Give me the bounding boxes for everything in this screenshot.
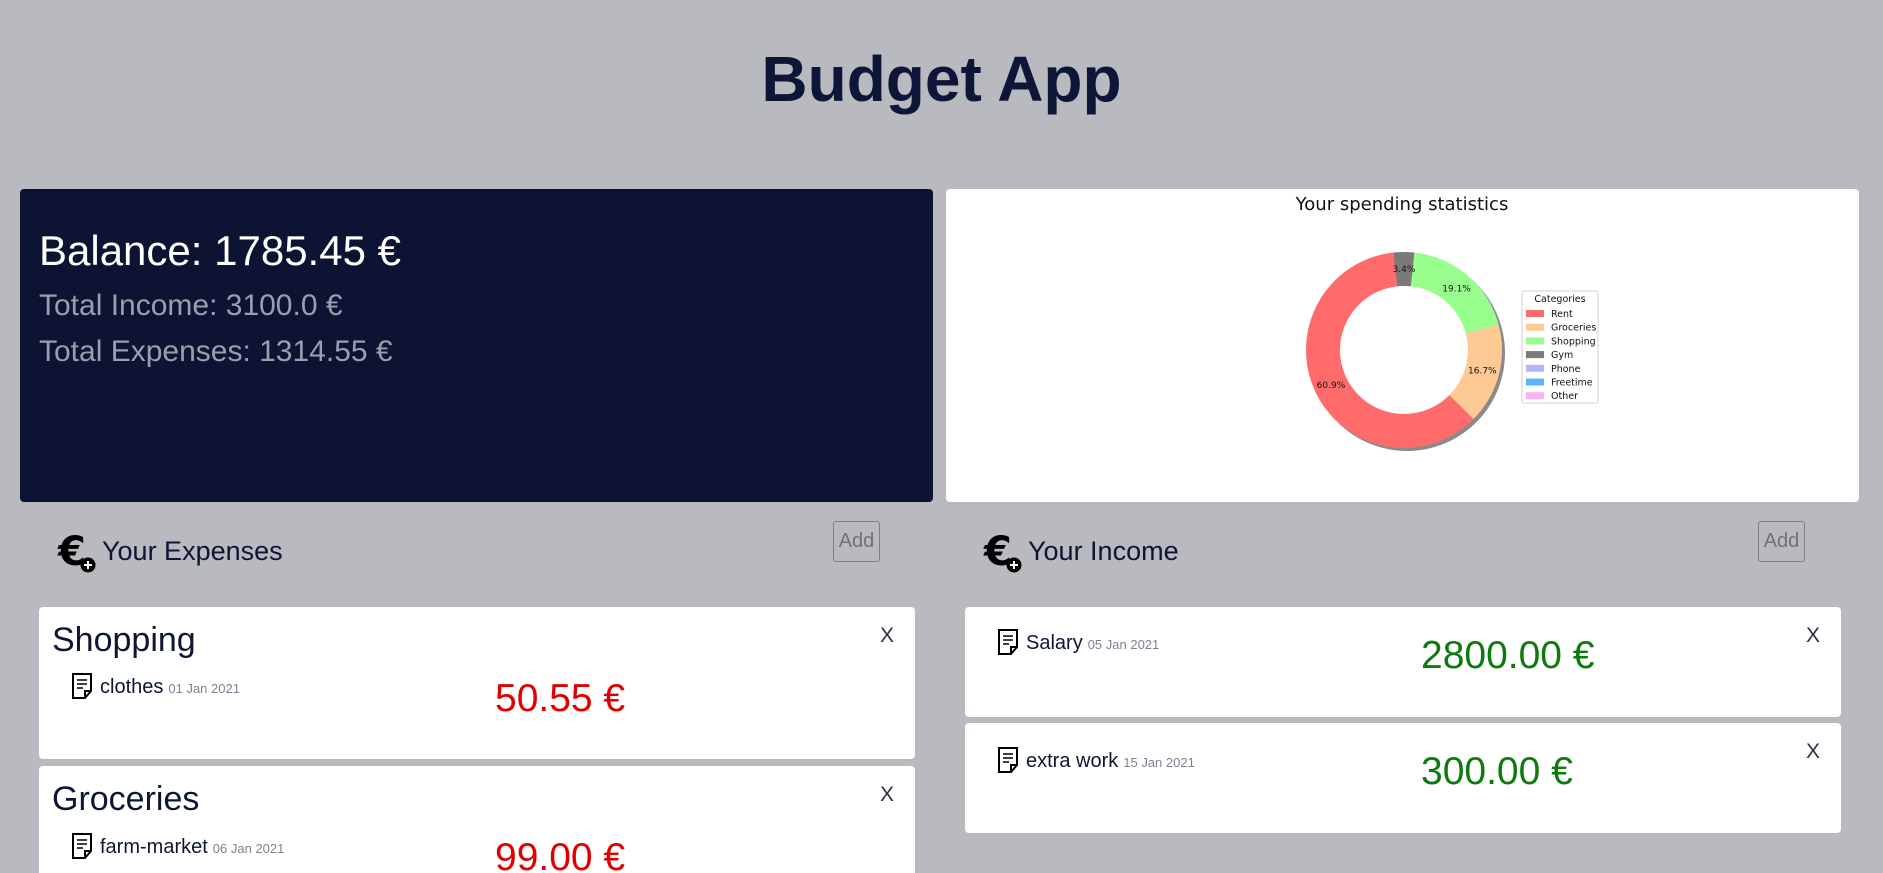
legend-label-rent: Rent <box>1551 309 1573 320</box>
total-income-value: Total Income: 3100.0 € <box>39 289 343 322</box>
income-title: Your Income <box>1028 535 1179 566</box>
slice-label-shopping: 19.1% <box>1442 284 1471 294</box>
legend-label-gym: Gym <box>1551 350 1573 361</box>
add-income-button[interactable]: Add <box>1758 521 1805 562</box>
legend-swatch-freetime <box>1526 378 1544 386</box>
legend-label-other: Other <box>1551 391 1578 402</box>
spending-statistics-card: Your spending statistics 3.4% 19.1% 16.7% 6… <box>946 189 1859 502</box>
legend-swatch-phone <box>1526 364 1544 372</box>
donut-hole <box>1340 286 1468 414</box>
income-item-name: Salary <box>1026 632 1083 654</box>
legend-label-groceries: Groceries <box>1551 323 1596 334</box>
expense-item: farm-market 06 Jan 2021 <box>71 833 284 859</box>
income-item-card: Salary 05 Jan 2021 2800.00 € X <box>965 607 1841 717</box>
slice-label-groceries: 16.7% <box>1468 367 1497 377</box>
legend-swatch-shopping <box>1526 337 1544 345</box>
delete-income-button[interactable]: X <box>1806 624 1820 648</box>
document-icon <box>72 673 92 699</box>
document-icon <box>998 747 1018 773</box>
document-icon <box>998 629 1018 655</box>
delete-expense-button[interactable]: X <box>880 624 894 648</box>
legend-swatch-other <box>1526 392 1544 400</box>
legend-label-freetime: Freetime <box>1551 378 1593 389</box>
expense-item-name: clothes <box>100 676 164 698</box>
delete-income-button[interactable]: X <box>1806 740 1820 764</box>
legend-title: Categories <box>1534 294 1585 305</box>
balance-card: Balance: 1785.45 € Total Income: 3100.0 … <box>20 189 933 502</box>
expenses-title: Your Expenses <box>102 535 283 566</box>
legend-label-phone: Phone <box>1551 364 1581 375</box>
expense-group-card: Shopping X clothes 01 Jan 2021 50.55 € <box>39 607 915 759</box>
expense-item-date: 01 Jan 2021 <box>168 681 240 696</box>
total-expenses-value: Total Expenses: 1314.55 € <box>39 335 393 368</box>
document-icon <box>72 833 92 859</box>
delete-expense-button[interactable]: X <box>880 783 894 807</box>
chart-title: Your spending statistics <box>1295 194 1509 215</box>
legend-label-shopping: Shopping <box>1551 336 1596 347</box>
legend-swatch-gym <box>1526 351 1544 359</box>
expense-category-title: Shopping <box>52 621 196 659</box>
expense-category-title: Groceries <box>52 780 200 818</box>
euro-add-icon: € <box>57 529 96 573</box>
income-item-name: extra work <box>1026 750 1119 772</box>
slice-label-gym: 3.4% <box>1393 265 1416 275</box>
expenses-header: € Your Expenses <box>56 526 283 576</box>
income-amount: 2800.00 € <box>1421 634 1595 677</box>
legend-swatch-groceries <box>1526 323 1544 331</box>
expense-amount: 99.00 € <box>495 836 626 873</box>
expense-item: clothes 01 Jan 2021 <box>71 673 240 699</box>
expense-item-name: farm-market <box>100 836 208 858</box>
income-item-card: extra work 15 Jan 2021 300.00 € X <box>965 723 1841 833</box>
income-amount: 300.00 € <box>1421 750 1573 793</box>
expense-group-card: Groceries X farm-market 06 Jan 2021 99.0… <box>39 766 915 873</box>
legend-swatch-rent <box>1526 310 1544 317</box>
app-title: Budget App <box>761 43 1122 115</box>
income-item-date: 15 Jan 2021 <box>1123 755 1195 770</box>
spending-donut-chart: Your spending statistics 3.4% 19.1% 16.7% 6… <box>1295 194 1599 451</box>
expense-item-date: 06 Jan 2021 <box>212 841 285 856</box>
add-expense-button[interactable]: Add <box>833 521 880 562</box>
income-item: extra work 15 Jan 2021 <box>997 747 1195 773</box>
income-item: Salary 05 Jan 2021 <box>997 629 1159 655</box>
balance-value: Balance: 1785.45 € <box>39 227 401 274</box>
income-header: € Your Income <box>982 526 1179 576</box>
slice-label-rent: 60.9% <box>1317 381 1346 391</box>
euro-add-icon: € <box>983 529 1022 573</box>
expense-amount: 50.55 € <box>495 677 626 720</box>
income-item-date: 05 Jan 2021 <box>1087 637 1160 652</box>
